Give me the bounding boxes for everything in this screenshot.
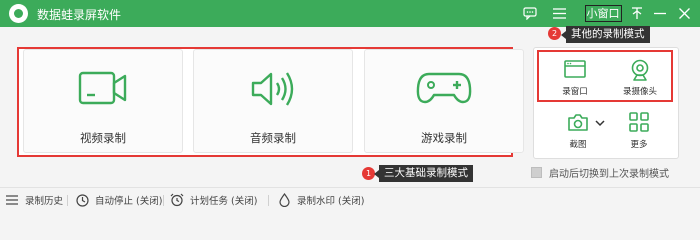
- video-record-label: 视频录制: [80, 131, 126, 145]
- footer-divider: [67, 195, 68, 206]
- more-modes-label: 更多: [630, 140, 648, 150]
- annotation-callout-other-modes: 其他的录制模式: [561, 26, 650, 43]
- screenshot-options-dropdown[interactable]: [594, 114, 606, 128]
- webcam-record-label: 录摄像头: [622, 87, 657, 97]
- audio-record-card[interactable]: 音频录制: [193, 49, 353, 153]
- auto-switch-label: 启动后切换到上次录制模式: [549, 169, 669, 180]
- alarm-clock-icon: [170, 193, 184, 207]
- window-record-label: 录窗口: [562, 87, 588, 97]
- hamburger-menu-icon: [552, 8, 566, 19]
- minimize-button[interactable]: [651, 0, 669, 27]
- watermark-label: 录制水印 (关闭): [297, 196, 365, 207]
- record-history-button[interactable]: 录制历史: [5, 193, 63, 207]
- close-button[interactable]: [674, 0, 694, 27]
- footer-divider: [163, 195, 164, 206]
- menu-button[interactable]: [548, 0, 570, 27]
- pin-button[interactable]: [627, 0, 647, 27]
- annotation-badge-2: 2: [548, 27, 561, 40]
- chevron-down-icon: [595, 120, 605, 127]
- watermark-button[interactable]: 录制水印 (关闭): [277, 193, 364, 207]
- audio-record-label: 音频录制: [250, 131, 296, 145]
- speaker-icon: [251, 72, 294, 106]
- pin-icon: [632, 7, 642, 19]
- footer-bar: 录制历史 自动停止 (关闭) 计划任务 (关闭) 录制水印 (关闭): [0, 187, 700, 211]
- auto-switch-checkbox[interactable]: [531, 167, 542, 178]
- app-logo-icon: [9, 4, 28, 23]
- more-modes-button[interactable]: 更多: [609, 108, 669, 156]
- annotation-callout-basic-modes: 三大基础录制模式: [374, 165, 473, 182]
- feedback-button[interactable]: [519, 0, 541, 27]
- window-icon: [564, 60, 586, 78]
- gamepad-icon: [416, 72, 472, 104]
- screenshot-button[interactable]: 截图: [558, 108, 598, 156]
- auto-switch-option[interactable]: 启动后切换到上次录制模式: [531, 165, 669, 180]
- game-record-label: 游戏录制: [421, 131, 467, 145]
- game-record-card[interactable]: 游戏录制: [364, 49, 524, 153]
- screenshot-label: 截图: [569, 140, 587, 150]
- minimize-icon: [654, 12, 666, 15]
- scheduled-task-button[interactable]: 计划任务 (关闭): [170, 193, 257, 207]
- window-record-button[interactable]: 录窗口: [545, 55, 605, 103]
- footer-divider: [268, 195, 269, 206]
- grid-icon: [629, 112, 649, 132]
- mini-window-label: 小窗口: [584, 5, 622, 22]
- chat-bubble-icon: [523, 7, 537, 20]
- webcam-record-button[interactable]: 录摄像头: [610, 55, 670, 103]
- water-drop-icon: [278, 193, 290, 207]
- mini-window-button[interactable]: 小窗口: [584, 0, 622, 27]
- video-camera-icon: [78, 71, 127, 105]
- app-title: 数据蛙录屏软件: [37, 8, 122, 22]
- auto-stop-button[interactable]: 自动停止 (关闭): [75, 193, 162, 207]
- auto-stop-label: 自动停止 (关闭): [95, 196, 163, 207]
- clock-icon: [75, 193, 89, 207]
- scheduled-task-label: 计划任务 (关闭): [190, 196, 258, 207]
- list-icon: [6, 195, 18, 205]
- webcam-icon: [631, 59, 649, 81]
- title-bar: 数据蛙录屏软件 小窗口: [0, 0, 700, 27]
- camera-icon: [568, 114, 588, 131]
- video-record-card[interactable]: 视频录制: [23, 49, 183, 153]
- close-icon: [678, 8, 690, 19]
- record-history-label: 录制历史: [25, 196, 64, 207]
